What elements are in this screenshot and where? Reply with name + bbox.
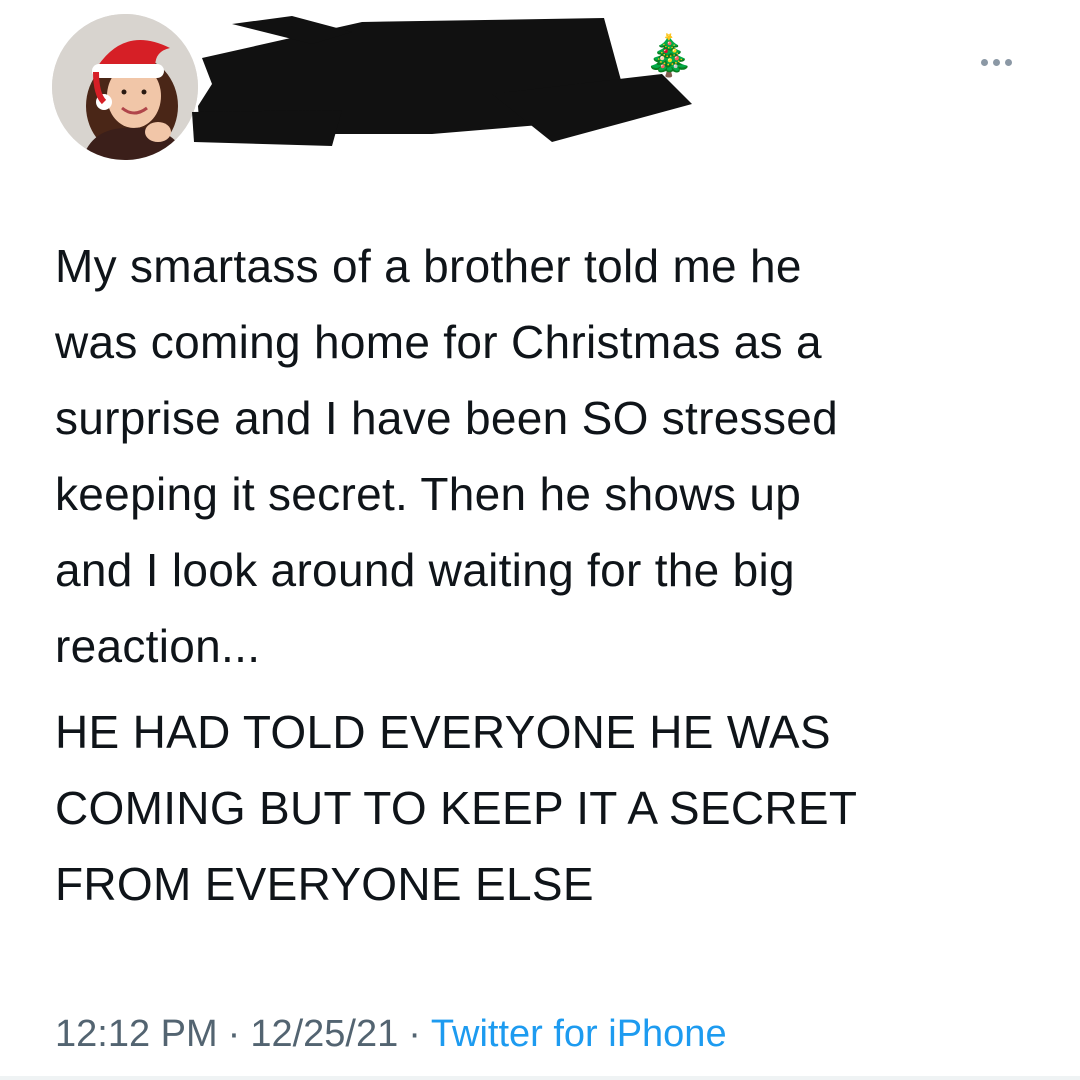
tweet-text: My smartass of a brother told me he was … [55,228,1045,922]
tweet-source-link[interactable]: Twitter for iPhone [431,1013,727,1055]
more-options-button[interactable] [972,50,1020,74]
more-horizontal-icon-dot [992,58,1000,66]
tweet-paragraph-2: HE HAD TOLD EVERYONE HE WAS COMING BUT T… [55,706,858,910]
meta-separator: · [227,1013,241,1055]
tweet-paragraph-1: My smartass of a brother told me he was … [55,240,839,672]
avatar[interactable] [52,14,198,160]
tweet-header: 🎄 [52,14,1032,164]
divider [0,1076,1080,1080]
christmas-tree-emoji: 🎄 [644,34,694,78]
tweet-date[interactable]: 12/25/21 [250,1013,398,1055]
redacted-username [192,16,692,146]
tweet-time[interactable]: 12:12 PM [55,1013,218,1055]
avatar-image [52,14,198,160]
tweet-card: 🎄 My smartass of a brother told me he wa… [0,0,1080,1080]
more-horizontal-icon [980,58,988,66]
meta-separator: · [408,1013,421,1055]
tweet-metadata: 12:12 PM · 12/25/21 · Twitter for iPhone [55,1008,727,1060]
more-horizontal-icon-dot [1004,58,1012,66]
